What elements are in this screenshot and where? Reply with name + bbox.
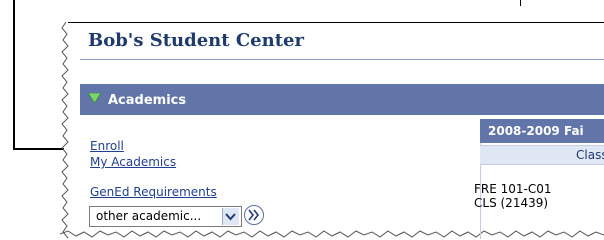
torn-edge-bottom (60, 230, 604, 238)
double-chevron-right-icon (248, 209, 260, 221)
my-academics-link[interactable]: My Academics (90, 155, 176, 169)
class-entry-section: CLS (21439) (474, 196, 549, 210)
other-academic-select-value: other academic... (96, 209, 202, 223)
enroll-link[interactable]: Enroll (90, 139, 124, 153)
class-column-label: Class (576, 148, 604, 162)
callout-tick (520, 0, 521, 6)
callout-line-vertical (13, 0, 15, 150)
torn-edge-left (61, 22, 69, 239)
chevron-down-icon (225, 213, 236, 221)
page-title: Bob's Student Center (88, 30, 304, 51)
term-label: 2008-2009 Fai (488, 124, 584, 138)
frame-top-rule (68, 22, 604, 23)
gened-requirements-link[interactable]: GenEd Requirements (90, 185, 217, 199)
title-divider (80, 59, 604, 60)
class-entry-course: FRE 101-C01 (474, 182, 552, 196)
academics-header-label: Academics (108, 93, 187, 108)
triangle-down-icon[interactable] (88, 93, 101, 103)
